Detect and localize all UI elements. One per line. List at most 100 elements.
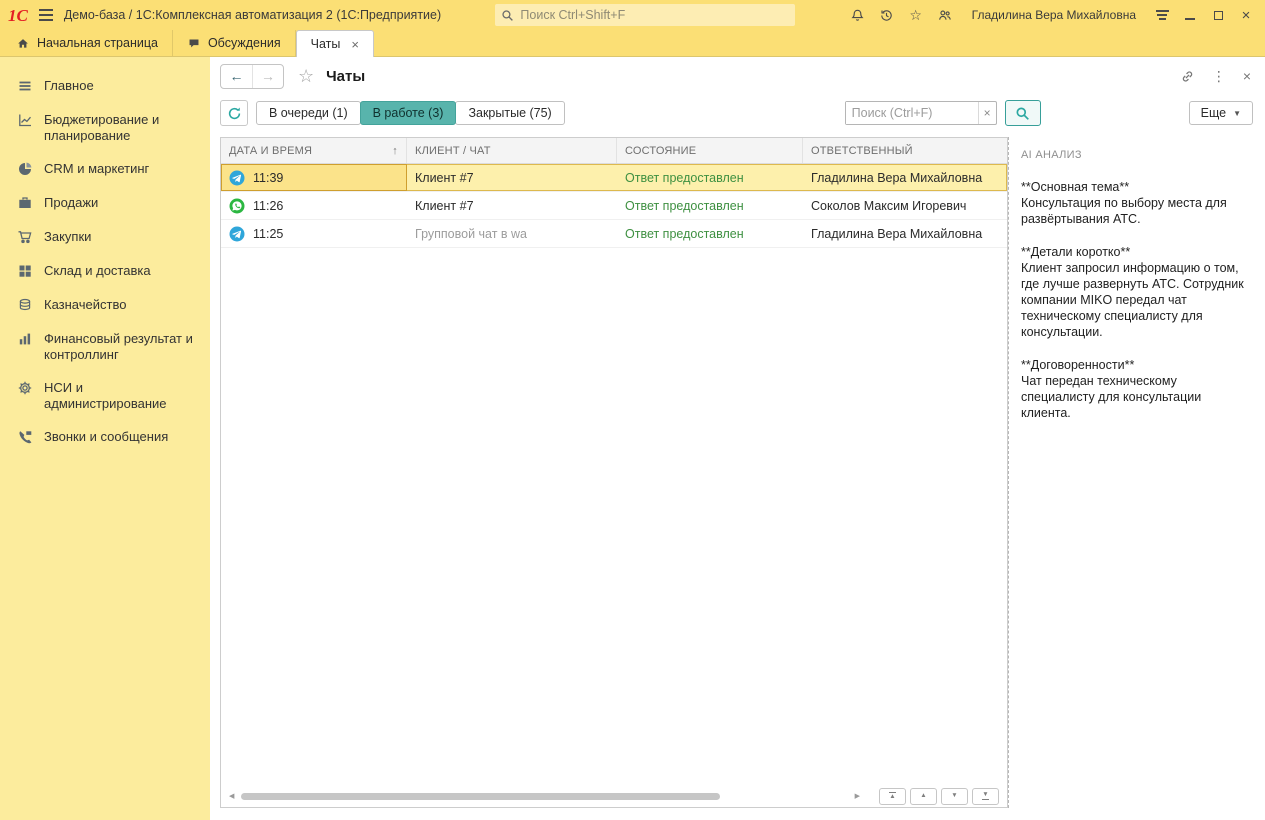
global-search-input[interactable] <box>520 8 789 22</box>
more-dots-icon[interactable]: ⋮ <box>1212 68 1226 85</box>
cell-state[interactable]: Ответ предоставлен <box>617 220 803 247</box>
tab-chats[interactable]: Чаты × <box>296 30 374 57</box>
sidebar-item-label: CRM и маркетинг <box>44 161 149 177</box>
home-icon <box>16 37 30 50</box>
cell-client[interactable]: Клиент #7 <box>407 164 617 191</box>
filter-inwork-button[interactable]: В работе (3) <box>360 101 457 125</box>
forward-button[interactable]: → <box>252 65 283 88</box>
discussions-people-icon[interactable] <box>937 7 953 23</box>
table-header-row: ДАТА И ВРЕМЯ ↑ КЛИЕНТ / ЧАТ СОСТОЯНИЕ ОТ… <box>221 138 1007 164</box>
horizontal-scrollbar[interactable] <box>241 792 847 801</box>
page-title: Чаты <box>326 68 365 85</box>
refresh-button[interactable] <box>220 100 248 126</box>
back-button[interactable]: ← <box>221 65 252 88</box>
cell-responsible[interactable]: Гладилина Вера Михайловна <box>803 220 1007 247</box>
go-first-button[interactable]: ▲ <box>879 788 906 805</box>
discussion-bubble-icon <box>187 37 201 50</box>
filter-closed-button[interactable]: Закрытые (75) <box>455 101 564 125</box>
cell-responsible[interactable]: Соколов Максим Игоревич <box>803 192 1007 219</box>
search-icon <box>501 9 514 22</box>
sidebar-item-crm[interactable]: CRM и маркетинг <box>0 152 210 186</box>
cell-responsible[interactable]: Гладилина Вера Михайловна <box>803 164 1007 191</box>
list-search-input[interactable] <box>846 102 978 124</box>
go-previous-button[interactable]: ▲ <box>910 788 937 805</box>
sidebar-item-treasury[interactable]: Казначейство <box>0 288 210 322</box>
cell-text: Групповой чат в wa <box>415 227 527 241</box>
status-text: Ответ предоставлен <box>625 227 744 241</box>
window-close-icon[interactable]: × <box>1239 8 1253 22</box>
table-footer: ◀ ▶ ▲ ▲ ▼ ▼ <box>221 785 1007 807</box>
history-icon[interactable] <box>879 7 895 23</box>
column-header-responsible[interactable]: ОТВЕТСТВЕННЫЙ <box>803 138 1007 163</box>
cell-datetime[interactable]: 11:25 <box>221 220 407 247</box>
clear-search-icon[interactable]: × <box>978 102 996 124</box>
sidebar-item-purchasing[interactable]: Закупки <box>0 220 210 254</box>
cell-datetime[interactable]: 11:26 <box>221 192 407 219</box>
column-label: ДАТА И ВРЕМЯ <box>229 145 312 157</box>
tab-close-icon[interactable]: × <box>351 37 359 52</box>
search-button[interactable] <box>1005 100 1041 126</box>
favorites-star-icon[interactable]: ☆ <box>908 7 924 23</box>
add-favorite-star-icon[interactable]: ☆ <box>298 66 314 87</box>
bar-chart-icon <box>17 331 33 347</box>
sidebar-item-calls-messages[interactable]: Звонки и сообщения <box>0 420 210 454</box>
cell-state[interactable]: Ответ предоставлен <box>617 192 803 219</box>
cell-text: Соколов Максим Игоревич <box>811 199 966 213</box>
tab-discussions[interactable]: Обсуждения <box>173 30 296 56</box>
filter-queued-button[interactable]: В очереди (1) <box>256 101 361 125</box>
tools-menu-icon[interactable] <box>1155 8 1169 22</box>
sidebar-item-label: Бюджетирование и планирование <box>44 112 202 143</box>
sidebar-item-budgeting[interactable]: Бюджетирование и планирование <box>0 103 210 152</box>
coins-icon <box>17 297 33 313</box>
get-link-icon[interactable] <box>1180 69 1195 84</box>
minimize-icon[interactable] <box>1183 8 1197 22</box>
table-body: 11:39 Клиент #7 Ответ предоставлен Глади… <box>221 164 1007 785</box>
cell-client[interactable]: Клиент #7 <box>407 192 617 219</box>
cell-state[interactable]: Ответ предоставлен <box>617 164 803 191</box>
page-close-icon[interactable]: × <box>1243 68 1251 84</box>
cell-datetime[interactable]: 11:39 <box>221 164 407 191</box>
scroll-left-icon[interactable]: ◀ <box>229 792 234 800</box>
list-toolbar: В очереди (1) В работе (3) Закрытые (75)… <box>210 95 1265 131</box>
cell-text: Клиент #7 <box>415 199 474 213</box>
ai-section-body: Чат передан техническому специалисту для… <box>1021 373 1249 421</box>
scroll-right-icon[interactable]: ▶ <box>855 792 860 800</box>
notifications-bell-icon[interactable] <box>850 7 866 23</box>
sections-sidebar: Главное Бюджетирование и планирование CR… <box>0 57 210 820</box>
column-header-client[interactable]: КЛИЕНТ / ЧАТ <box>407 138 617 163</box>
global-search[interactable] <box>495 4 795 26</box>
sidebar-item-administration[interactable]: НСИ и администрирование <box>0 371 210 420</box>
cell-time-text: 11:39 <box>253 171 283 185</box>
history-nav-group: ← → <box>220 64 284 89</box>
list-body: ДАТА И ВРЕМЯ ↑ КЛИЕНТ / ЧАТ СОСТОЯНИЕ ОТ… <box>210 131 1265 820</box>
tab-label: Начальная страница <box>37 36 158 50</box>
more-actions-button[interactable]: Еще ▼ <box>1189 101 1253 125</box>
sidebar-item-financial-result[interactable]: Финансовый результат и контроллинг <box>0 322 210 371</box>
go-next-button[interactable]: ▼ <box>941 788 968 805</box>
sidebar-item-main[interactable]: Главное <box>0 69 210 103</box>
table-row[interactable]: 11:26 Клиент #7 Ответ предоставлен Сокол… <box>221 192 1007 220</box>
sidebar-item-warehouse[interactable]: Склад и доставка <box>0 254 210 288</box>
main-menu-icon[interactable] <box>37 5 55 25</box>
maximize-icon[interactable] <box>1211 8 1225 22</box>
ai-section-agreements: **Договоренности** Чат передан техническ… <box>1021 357 1249 421</box>
cell-client[interactable]: Групповой чат в wa <box>407 220 617 247</box>
column-header-state[interactable]: СОСТОЯНИЕ <box>617 138 803 163</box>
boxes-grid-icon <box>17 263 33 279</box>
scrollbar-thumb[interactable] <box>241 793 720 800</box>
cell-time-text: 11:26 <box>253 199 283 213</box>
sidebar-item-sales[interactable]: Продажи <box>0 186 210 220</box>
ai-section-body: Консультация по выбору места для развёрт… <box>1021 195 1249 227</box>
main-area: Главное Бюджетирование и планирование CR… <box>0 57 1265 820</box>
column-header-datetime[interactable]: ДАТА И ВРЕМЯ ↑ <box>221 138 407 163</box>
go-last-button[interactable]: ▼ <box>972 788 999 805</box>
table-row[interactable]: 11:39 Клиент #7 Ответ предоставлен Глади… <box>221 164 1007 192</box>
sidebar-item-label: Склад и доставка <box>44 263 151 279</box>
table-row[interactable]: 11:25 Групповой чат в wa Ответ предостав… <box>221 220 1007 248</box>
pie-chart-icon <box>17 161 33 177</box>
window-titlebar: 1С Демо-база / 1С:Комплексная автоматиза… <box>0 0 1265 30</box>
column-label: СОСТОЯНИЕ <box>625 145 696 157</box>
tab-home[interactable]: Начальная страница <box>2 30 173 56</box>
sidebar-item-label: Закупки <box>44 229 91 245</box>
ai-section-heading: **Детали коротко** <box>1021 244 1249 260</box>
